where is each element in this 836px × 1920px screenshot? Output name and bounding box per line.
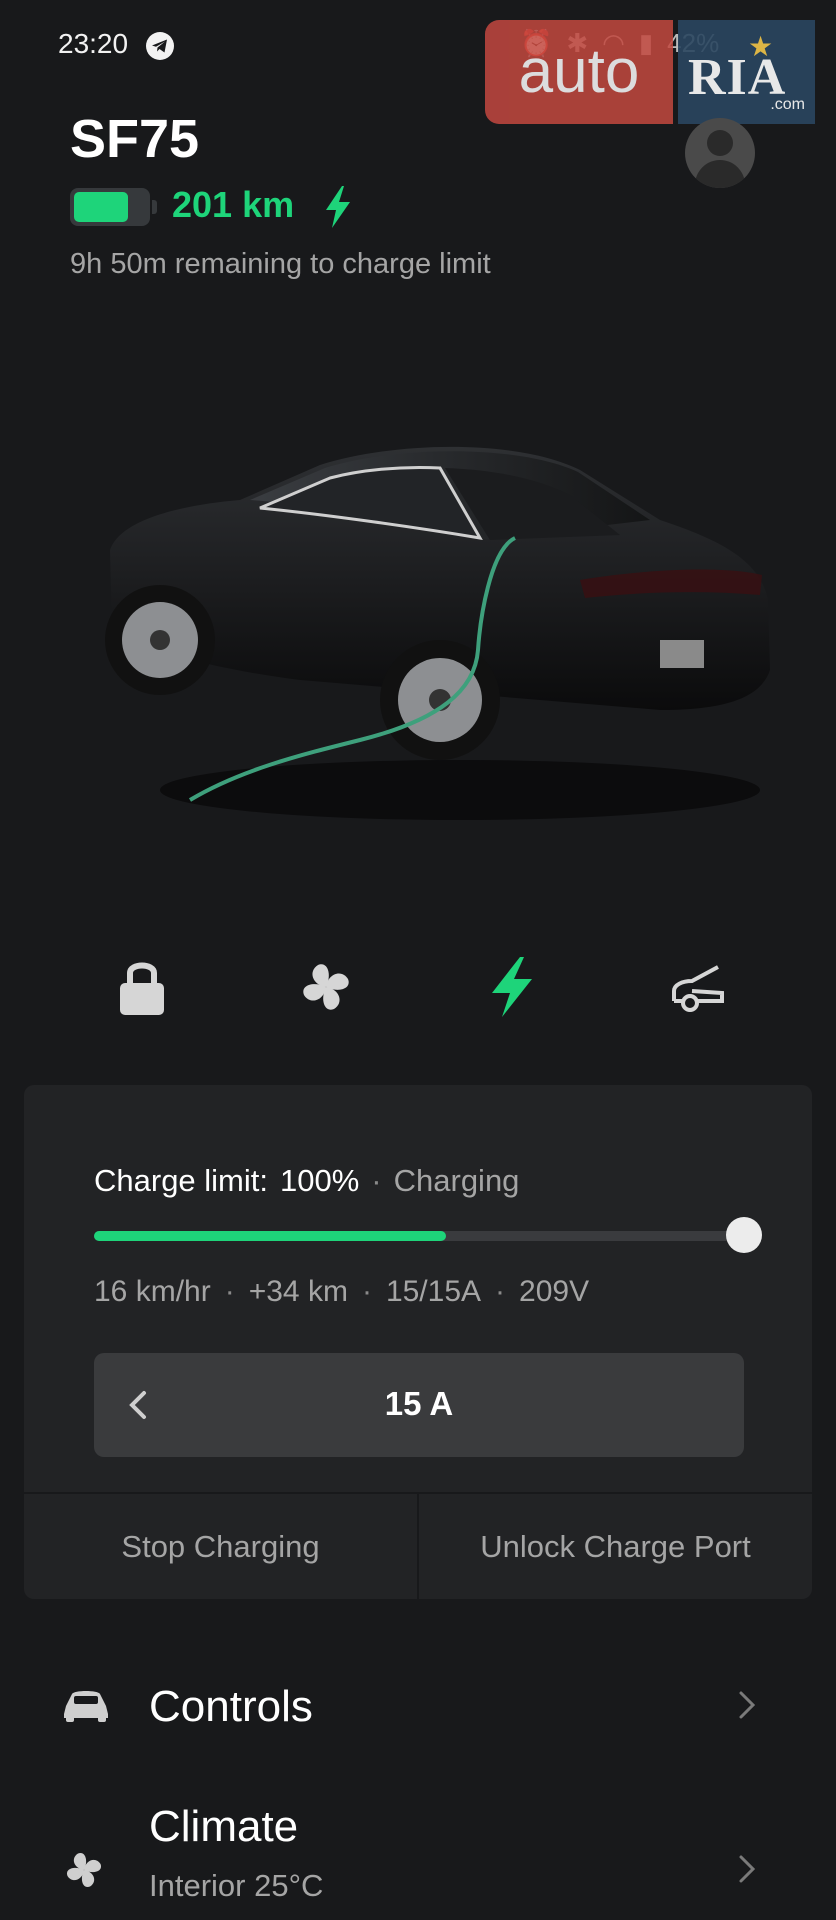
charging-card: Charge limit: 100% · Charging 16 km/hr ·… — [24, 1085, 812, 1599]
range-added: +34 km — [248, 1275, 348, 1308]
menu-item-controls[interactable]: Controls — [0, 1660, 836, 1750]
charging-status: Charging — [393, 1163, 520, 1198]
stop-charging-button[interactable]: Stop Charging — [24, 1494, 417, 1599]
amps-value: 15 A — [384, 1385, 454, 1422]
charge-limit-label: Charge limit: — [94, 1163, 268, 1198]
profile-icon[interactable] — [685, 118, 755, 188]
menu-item-climate[interactable]: Climate Interior 25°C — [0, 1790, 836, 1920]
range-value: 201 km — [172, 184, 295, 225]
charge-level-fill — [94, 1231, 446, 1241]
menu-label-controls: Controls — [149, 1682, 313, 1731]
fan-icon[interactable] — [296, 955, 356, 1019]
telegram-icon — [146, 32, 174, 60]
charge-rate: 16 km/hr — [94, 1275, 211, 1308]
charge-limit-slider[interactable] — [94, 1231, 734, 1241]
battery-icon — [70, 188, 150, 226]
charge-limit-value: 100% — [280, 1163, 360, 1198]
app-screen: 23:20 ⏰ ✱ ◠ ▮ 42% auto ★ RIA .com SF75 2… — [0, 0, 836, 1920]
charge-current: 15/15A — [385, 1275, 482, 1308]
car-icon — [64, 1691, 108, 1722]
menu-sub-climate: Interior 25°C — [149, 1868, 324, 1903]
watermark-ria: ★ RIA .com — [678, 20, 815, 124]
unlock-charge-port-button[interactable]: Unlock Charge Port — [419, 1494, 812, 1599]
charge-limit-line: Charge limit: 100% · Charging — [94, 1163, 520, 1198]
vehicle-name[interactable]: SF75 — [70, 108, 199, 170]
watermark-auto: auto — [485, 20, 673, 124]
charge-limit-slider-handle[interactable] — [726, 1217, 762, 1253]
chevron-right-icon — [739, 1855, 756, 1883]
bolt-icon — [326, 186, 350, 228]
charge-icon[interactable] — [482, 955, 542, 1019]
frunk-icon[interactable] — [668, 955, 728, 1019]
menu-label-climate: Climate — [149, 1802, 299, 1851]
lock-icon[interactable] — [112, 955, 172, 1019]
chevron-right-icon — [739, 1691, 756, 1719]
charge-voltage: 209V — [519, 1275, 590, 1308]
charging-stats: 16 km/hr · +34 km · 15/15A · 209V — [94, 1275, 590, 1308]
amps-stepper: 15 A — [94, 1353, 744, 1457]
car-image — [105, 446, 770, 820]
charge-remaining-text: 9h 50m remaining to charge limit — [70, 248, 491, 280]
status-time: 23:20 — [58, 28, 129, 59]
fan-icon — [66, 1852, 102, 1888]
